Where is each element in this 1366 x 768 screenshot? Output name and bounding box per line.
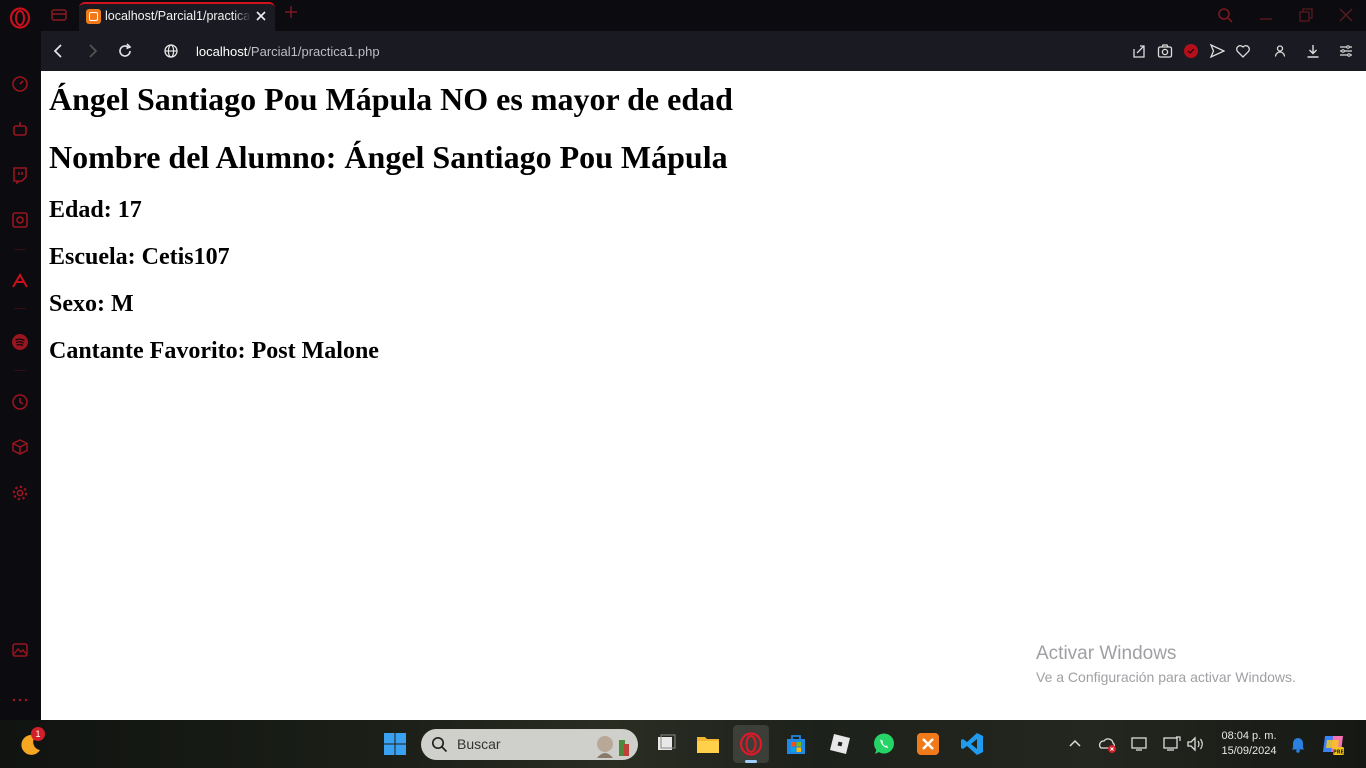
search-placeholder: Buscar [457,736,501,752]
copilot-icon[interactable]: PRE [1321,732,1345,756]
vscode-icon[interactable] [960,732,984,756]
notifications-bell-icon[interactable] [1288,734,1308,754]
address-toolbar: localhost/Parcial1/practica1.php [41,31,1366,71]
weather-widget[interactable]: 1 [18,727,45,758]
search-icon [431,736,448,753]
tab-title: localhost/Parcial1/practica1.php [105,9,251,23]
file-explorer-icon[interactable] [696,732,720,756]
wallpaper-icon[interactable] [11,641,29,659]
tab-strip: localhost/Parcial1/practica1.php [0,0,1366,31]
forward-icon[interactable] [84,43,100,59]
microsoft-store-icon[interactable] [784,732,808,756]
aria-ai-icon[interactable] [11,120,29,138]
minimize-icon[interactable] [1258,7,1274,23]
easy-setup-menu-icon[interactable] [1338,43,1354,59]
opera-logo-icon[interactable] [9,7,31,29]
sex-line: Sexo: M [49,291,134,317]
new-tab-icon[interactable] [284,5,298,19]
aria-logo-icon[interactable] [11,272,29,290]
spotify-icon[interactable] [11,333,29,351]
web-page-content: Ángel Santiago Pou Mápula NO es mayor de… [41,71,1366,720]
download-icon[interactable] [1305,43,1321,59]
windows-taskbar: 1 Buscar 08:04 p. m. 15/09/2024 PRE [0,720,1366,768]
volume-icon[interactable] [1186,735,1206,753]
close-window-icon[interactable] [1338,7,1354,23]
start-windows-icon[interactable] [383,732,407,756]
twitch-icon[interactable] [11,166,29,184]
close-tab-icon[interactable] [253,8,269,24]
search-tabs-icon[interactable] [1217,7,1233,23]
task-view-icon[interactable] [654,732,678,756]
gx-corner-icon[interactable] [11,211,29,229]
favorite-singer-line: Cantante Favorito: Post Malone [49,338,379,364]
reload-icon[interactable] [117,43,133,59]
active-indicator [745,760,757,763]
activate-windows-watermark: Activar Windows Ve a Configuración para … [1036,643,1296,685]
settings-gear-icon[interactable] [11,484,29,502]
share-icon[interactable] [1131,43,1147,59]
search-highlight-art-icon [597,736,629,758]
roblox-icon[interactable] [828,732,852,756]
workspaces-icon[interactable] [49,6,69,24]
back-icon[interactable] [51,43,67,59]
xampp-icon[interactable] [916,732,940,756]
clock-time: 08:04 p. m. [1221,730,1277,742]
taskbar-clock[interactable]: 08:04 p. m. 15/09/2024 [1218,729,1280,759]
onedrive-error-icon[interactable] [1098,734,1118,754]
url-path: /Parcial1/practica1.php [247,44,380,59]
whatsapp-icon[interactable] [872,732,896,756]
send-icon[interactable] [1209,43,1225,59]
history-clock-icon[interactable] [11,393,29,411]
opera-gx-icon [739,732,763,756]
extensions-cube-icon[interactable] [11,438,29,456]
more-options-icon[interactable] [11,691,29,709]
display-icon[interactable] [1130,735,1148,753]
sidebar-divider [14,370,26,371]
opera-sidebar [0,31,41,720]
page-heading: Ángel Santiago Pou Mápula NO es mayor de… [49,81,733,117]
adblock-shield-icon[interactable] [1183,43,1199,59]
network-icon[interactable] [1162,735,1182,753]
sidebar-divider [14,249,26,250]
profile-icon[interactable] [1272,43,1288,59]
opera-gx-taskbar-button[interactable] [733,725,769,763]
active-tab[interactable]: localhost/Parcial1/practica1.php [79,2,275,31]
clock-date: 15/09/2024 [1221,745,1277,757]
url-host: localhost [196,44,248,59]
school-line: Escuela: Cetis107 [49,244,230,270]
snapshot-camera-icon[interactable] [1157,43,1173,59]
weather-badge: 1 [31,727,45,741]
restore-icon[interactable] [1298,7,1314,23]
xampp-favicon-icon [86,9,101,24]
show-hidden-icons-chevron-icon[interactable] [1066,735,1084,753]
site-info-globe-icon[interactable] [163,43,179,59]
watermark-subtitle: Ve a Configuración para activar Windows. [1036,669,1296,685]
student-name-heading: Nombre del Alumno: Ángel Santiago Pou Má… [49,139,728,175]
svg-text:PRE: PRE [1333,750,1345,756]
watermark-title: Activar Windows [1036,643,1177,664]
speed-dial-icon[interactable] [11,75,29,93]
sidebar-divider [14,308,26,309]
address-bar-url[interactable]: localhost/Parcial1/practica1.php [196,44,380,59]
taskbar-search-box[interactable]: Buscar [421,729,638,760]
heart-icon[interactable] [1235,43,1251,59]
age-line: Edad: 17 [49,197,142,223]
